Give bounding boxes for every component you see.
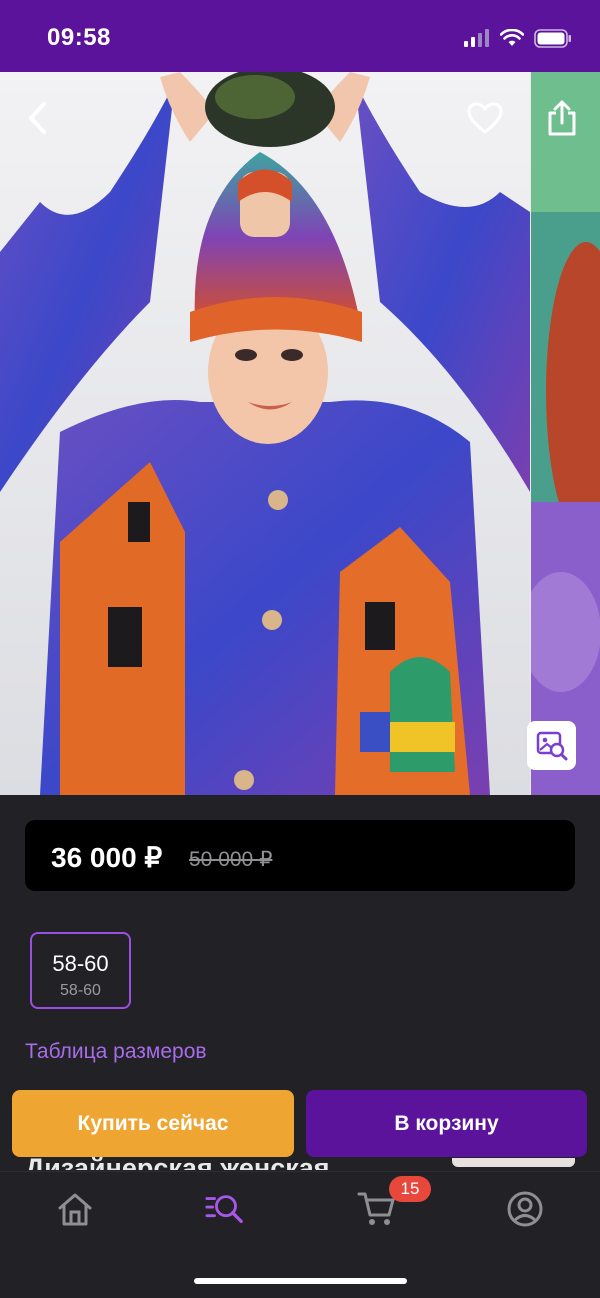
share-button[interactable] (538, 94, 586, 142)
size-option[interactable]: 58-60 58-60 (30, 932, 131, 1009)
share-icon (548, 100, 576, 136)
back-button[interactable] (14, 94, 62, 142)
product-photo[interactable] (0, 72, 530, 795)
product-gallery[interactable] (0, 72, 600, 795)
status-bar: 09:58 (0, 0, 600, 72)
size-option-label: 58-60 (52, 951, 109, 976)
cart-count-badge: 15 (389, 1176, 431, 1202)
related-thumbnail[interactable] (452, 1158, 575, 1167)
price-panel: 36 000 ₽ 50 000 ₽ (25, 820, 575, 891)
favorite-button[interactable] (461, 94, 509, 142)
size-table-link[interactable]: Таблица размеров (25, 1040, 207, 1064)
status-time: 09:58 (47, 24, 111, 51)
image-search-icon (536, 731, 567, 760)
home-indicator (194, 1278, 407, 1284)
status-icons (464, 26, 572, 50)
buy-now-button[interactable]: Купить сейчас (12, 1090, 294, 1157)
cellular-signal-icon (464, 29, 489, 47)
chevron-left-icon (29, 102, 46, 134)
size-option-sublabel: 58-60 (60, 982, 101, 999)
image-search-button[interactable] (527, 721, 576, 770)
add-to-cart-button[interactable]: В корзину (306, 1090, 587, 1157)
price-old: 50 000 ₽ (189, 848, 273, 871)
tab-profile[interactable] (505, 1189, 545, 1229)
home-icon (58, 1193, 92, 1226)
battery-icon (534, 28, 571, 48)
tab-home[interactable] (55, 1189, 95, 1229)
profile-icon (507, 1191, 543, 1227)
heart-icon (467, 102, 503, 134)
wifi-icon (500, 29, 524, 46)
product-photo-next[interactable] (531, 72, 600, 795)
price-current: 36 000 ₽ (51, 842, 163, 873)
tab-catalog-search[interactable] (205, 1189, 245, 1229)
search-list-icon (205, 1195, 243, 1224)
